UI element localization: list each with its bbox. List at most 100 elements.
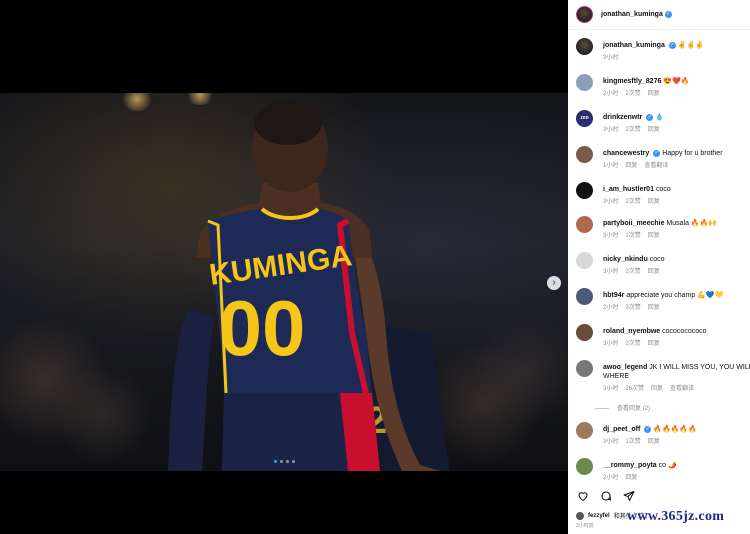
avatar[interactable] <box>576 74 593 91</box>
comment-likes[interactable]: 2次赞 <box>625 199 640 205</box>
comment-time: 3小时 <box>603 233 619 239</box>
comment-text: co 🌶️ <box>658 462 677 469</box>
translate-button[interactable]: 查看翻译 <box>670 386 694 392</box>
comment-text: Musala 🔥🔥🙌 <box>666 220 718 227</box>
comment-likes[interactable]: 2次赞 <box>625 269 640 275</box>
reply-button[interactable]: 回复 <box>648 439 660 445</box>
comment-username[interactable]: chancewestry <box>603 150 649 157</box>
comment-time: 3小时 <box>603 341 619 347</box>
verified-icon: ✓ <box>664 11 672 18</box>
comment-username[interactable]: __rommy_poyta <box>603 462 657 469</box>
comment-text: coco <box>649 256 665 263</box>
avatar[interactable] <box>576 252 593 269</box>
comment-time: 2小时 <box>603 91 619 97</box>
heart-icon <box>577 491 588 501</box>
reply-button[interactable]: 回复 <box>648 233 660 239</box>
comment-time: 1小时 <box>603 163 619 169</box>
comments-panel: jonathan_kuminga ✓ jonathan_kuminga ✓ ✌️… <box>568 0 750 534</box>
caption-username[interactable]: jonathan_kuminga <box>603 42 665 49</box>
send-icon <box>623 490 634 501</box>
comment-time: 2小时 <box>603 305 619 311</box>
comment-likes[interactable]: 2次赞 <box>625 127 640 133</box>
verified-icon: ✓ <box>653 149 661 157</box>
comment-text: appreciate you champ 💪💙💛 <box>626 292 724 299</box>
post-header: jonathan_kuminga ✓ <box>568 0 750 30</box>
verified-icon: ✓ <box>668 41 676 49</box>
avatar[interactable] <box>576 182 593 199</box>
comment-list[interactable]: jonathan_kuminga ✓ ✌️✌️✌️ 3小时 kingmesftl… <box>568 30 750 483</box>
caption-text: ✌️✌️✌️ <box>677 42 704 49</box>
view-replies-button[interactable]: 查看回复 (2) <box>595 403 650 412</box>
avatar[interactable]: zen <box>576 110 593 127</box>
avatar[interactable] <box>576 360 593 377</box>
avatar[interactable] <box>576 216 593 233</box>
avatar <box>576 511 584 520</box>
avatar[interactable] <box>576 38 593 55</box>
share-button[interactable] <box>622 489 635 502</box>
reply-button[interactable]: 回复 <box>648 269 660 275</box>
reply-button[interactable]: 回复 <box>625 475 637 481</box>
reply-button[interactable]: 回复 <box>625 163 637 169</box>
comment-text: coco <box>655 186 671 193</box>
comment-likes[interactable]: 2次赞 <box>625 91 640 97</box>
comment-text: 😍❤️🔥 <box>663 78 690 85</box>
comment-likes[interactable]: 3次赞 <box>625 305 640 311</box>
reply-button[interactable]: 回复 <box>651 386 663 392</box>
translate-button[interactable]: 查看翻译 <box>644 163 668 169</box>
comment-time: 3小时 <box>603 269 619 275</box>
comment-username[interactable]: partyboii_meechie <box>603 220 664 227</box>
avatar[interactable] <box>576 6 593 23</box>
media-pane: 2 KUMINGA 00 › <box>0 0 568 534</box>
action-bar <box>576 489 635 502</box>
comment-username[interactable]: nicky_nkindu <box>603 256 648 263</box>
verified-icon: ✓ <box>644 425 652 433</box>
comment-text: 💧 <box>655 114 664 121</box>
liker-username[interactable]: fezzyfel <box>588 513 610 519</box>
divider <box>595 407 609 409</box>
reply-button[interactable]: 回复 <box>648 91 660 97</box>
jersey-number: 00 <box>219 284 306 372</box>
like-button[interactable] <box>576 489 589 502</box>
caption-time: 3小时 <box>603 55 619 61</box>
author-username[interactable]: jonathan_kuminga <box>601 11 663 18</box>
comment-time: 3小时 <box>603 127 619 133</box>
carousel-dot <box>292 460 295 463</box>
reply-button[interactable]: 回复 <box>648 341 660 347</box>
reply-button[interactable]: 回复 <box>648 305 660 311</box>
comment-username[interactable]: dj_peet_off <box>603 426 640 433</box>
comment-time: 2小时 <box>603 475 619 481</box>
comment-username[interactable]: kingmesftly_8276 <box>603 78 661 85</box>
comment-username[interactable]: hbt94r <box>603 292 624 299</box>
comment-likes[interactable]: 1次赞 <box>625 439 640 445</box>
reply-button[interactable]: 回复 <box>648 127 660 133</box>
comment-time: 3小时 <box>603 439 619 445</box>
avatar-label: zen <box>580 115 589 121</box>
comment-username[interactable]: roland_nyembwe <box>603 328 660 335</box>
avatar[interactable] <box>576 458 593 475</box>
comment-time: 3小时 <box>603 199 619 205</box>
comment-text: Happy for u brother <box>662 150 723 157</box>
avatar[interactable] <box>576 288 593 305</box>
comment-likes[interactable]: 26次赞 <box>625 386 644 392</box>
comment-username[interactable]: i_am_hustler01 <box>603 186 654 193</box>
reply-button[interactable]: 回复 <box>648 199 660 205</box>
comment-text: 🔥🔥🔥🔥🔥 <box>653 426 697 433</box>
comment-likes[interactable]: 2次赞 <box>625 341 640 347</box>
watermark: www.365jz.com <box>627 509 725 524</box>
comment-text: cocococococo <box>662 328 707 335</box>
comment-button[interactable] <box>599 489 612 502</box>
comment-username[interactable]: drinkzenwtr <box>603 114 642 121</box>
player-illustration: 2 KUMINGA 00 <box>168 101 450 471</box>
carousel-indicator <box>274 460 295 463</box>
next-image-button[interactable]: › <box>547 276 561 290</box>
comment-likes[interactable]: 1次赞 <box>625 233 640 239</box>
avatar[interactable] <box>576 422 593 439</box>
comment-time: 3小时 <box>603 386 619 392</box>
avatar[interactable] <box>576 146 593 163</box>
carousel-dot <box>286 460 289 463</box>
avatar[interactable] <box>576 324 593 341</box>
comment-username[interactable]: awoo_legend <box>603 364 647 371</box>
verified-icon: ✓ <box>646 113 654 121</box>
view-replies-label: 查看回复 (2) <box>617 406 651 412</box>
post-photo[interactable]: 2 KUMINGA 00 <box>0 93 568 471</box>
